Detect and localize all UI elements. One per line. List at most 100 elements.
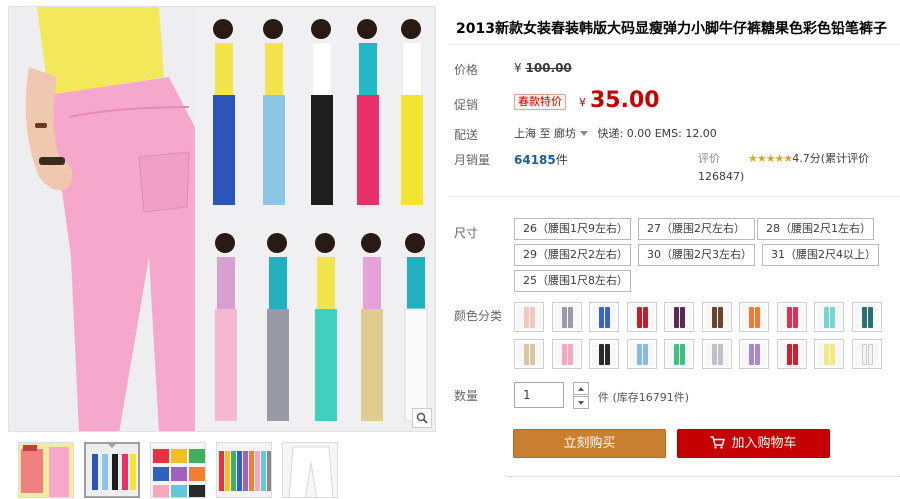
color-swatch[interactable] (701, 302, 732, 332)
swatch-image (854, 305, 879, 329)
swatch-image (817, 305, 841, 329)
main-product-image[interactable] (8, 6, 436, 432)
swatch-image (592, 342, 616, 366)
size-option-26[interactable]: 26（腰围1尺9左右） (514, 218, 631, 240)
cart-icon (710, 432, 726, 459)
swatch-image (742, 342, 766, 366)
product-gallery (8, 6, 436, 498)
color-label: 颜色分类 (454, 309, 503, 323)
quantity-input[interactable]: 1 (514, 382, 564, 408)
rating-label: 评价 (698, 152, 720, 165)
swatch-image (779, 342, 804, 366)
ship-to-word: 至 (539, 127, 551, 140)
promo-currency-symbol: ¥ (579, 96, 586, 109)
size-label: 尺寸 (454, 226, 479, 240)
swatch-image (592, 305, 616, 329)
color-swatch[interactable] (851, 339, 882, 369)
thumbnail-3[interactable] (150, 442, 206, 498)
color-swatch[interactable] (664, 302, 694, 332)
buy-now-button[interactable]: 立刻购买 (513, 429, 666, 458)
add-to-cart-button[interactable]: 加入购物车 (677, 429, 830, 458)
swatch-image (554, 305, 579, 329)
currency-symbol: ¥ (514, 61, 522, 75)
swatch-image (817, 342, 841, 366)
destination-select[interactable]: 廊坊 (554, 127, 594, 140)
color-swatch[interactable] (739, 302, 769, 332)
color-swatch[interactable] (814, 339, 844, 369)
color-swatch[interactable] (739, 339, 769, 369)
promo-price: 35.00 (590, 88, 660, 113)
pink-jeans-closeup-image (9, 7, 209, 431)
bottom-divider (508, 476, 900, 477)
size-option-29[interactable]: 29（腰围2尺2左右） (514, 244, 631, 266)
color-swatch[interactable] (776, 302, 807, 332)
size-option-27[interactable]: 27（腰围2尺左右） (638, 218, 755, 240)
color-swatch[interactable] (514, 302, 544, 332)
color-swatch[interactable] (851, 302, 882, 332)
original-price-value: 100.00 (525, 61, 572, 75)
rating-stars-icon: ★★★★★ (747, 152, 793, 165)
arrow-up-icon (578, 386, 584, 391)
thumbnail-2[interactable] (84, 442, 140, 498)
promo-label: 促销 (454, 98, 479, 112)
swatch-image (854, 342, 879, 366)
quantity-unit: 件 (598, 391, 609, 404)
price-label: 价格 (454, 63, 479, 77)
size-option-31[interactable]: 31（腰围2尺4以上） (762, 244, 879, 266)
size-option-30[interactable]: 30（腰围2尺3左右） (638, 244, 755, 266)
thumbnail-5[interactable] (282, 442, 338, 498)
quantity-decrease-button[interactable] (573, 396, 589, 409)
monthly-sales-label: 月销量 (454, 153, 491, 167)
color-swatch[interactable] (514, 339, 544, 369)
color-swatch[interactable] (626, 302, 657, 332)
thumbnail-1[interactable] (18, 442, 74, 498)
color-swatch[interactable] (701, 339, 732, 369)
swatch-image (704, 342, 729, 366)
arrow-down-icon (578, 400, 584, 405)
stock-count: (库存16791件) (612, 391, 690, 404)
color-swatch[interactable] (626, 339, 657, 369)
color-swatch[interactable] (551, 302, 582, 332)
color-swatch[interactable] (776, 339, 807, 369)
stock-info: 件 (库存16791件) (598, 389, 689, 405)
swatch-image (517, 305, 541, 329)
color-swatch[interactable] (814, 302, 844, 332)
info-divider (448, 196, 900, 197)
quantity-label: 数量 (454, 389, 479, 403)
ship-from: 上海 (514, 127, 536, 140)
size-option-28[interactable]: 28（腰围2尺1左右） (757, 218, 874, 240)
color-swatch[interactable] (589, 302, 619, 332)
shipping-info: 上海 至 廊坊 快递: 0.00 EMS: 12.00 (514, 125, 717, 141)
chevron-down-icon (580, 131, 588, 136)
swatch-image (554, 342, 579, 366)
color-swatch[interactable] (664, 339, 694, 369)
swatch-image (517, 342, 541, 366)
monthly-sales-unit: 件 (555, 153, 568, 167)
promo-badge: 春款特价 (514, 94, 566, 110)
thumbnail-4[interactable] (216, 442, 272, 498)
swatch-image (704, 305, 729, 329)
size-option-25[interactable]: 25（腰围1尺8左右） (514, 270, 631, 292)
thumbnail-strip (8, 442, 436, 498)
swatch-image (629, 342, 654, 366)
rating-summary: 评价 ★★★★★4.7分(累计评价126847) (698, 150, 870, 186)
title-divider (448, 44, 900, 45)
quantity-increase-button[interactable] (573, 382, 589, 395)
swatch-image (779, 305, 804, 329)
color-swatch[interactable] (551, 339, 582, 369)
shipping-label: 配送 (454, 128, 479, 142)
destination-value: 廊坊 (554, 127, 576, 140)
swatch-image (742, 305, 766, 329)
swatch-image (629, 305, 654, 329)
shipping-fees: 快递: 0.00 EMS: 12.00 (597, 127, 717, 140)
original-price: ¥ 100.00 (514, 61, 572, 75)
models-group-image (195, 7, 435, 431)
zoom-icon[interactable] (412, 408, 432, 428)
monthly-sales-count: 64185 (514, 153, 556, 167)
swatch-image (667, 305, 691, 329)
rating-score: 4.7分 (792, 152, 821, 165)
color-swatch[interactable] (589, 339, 619, 369)
monthly-sales: 64185件 (514, 151, 568, 168)
product-title: 2013新款女装春装韩版大码显瘦弹力小脚牛仔裤糖果色彩色铅笔裤子 (456, 21, 887, 37)
swatch-image (667, 342, 691, 366)
